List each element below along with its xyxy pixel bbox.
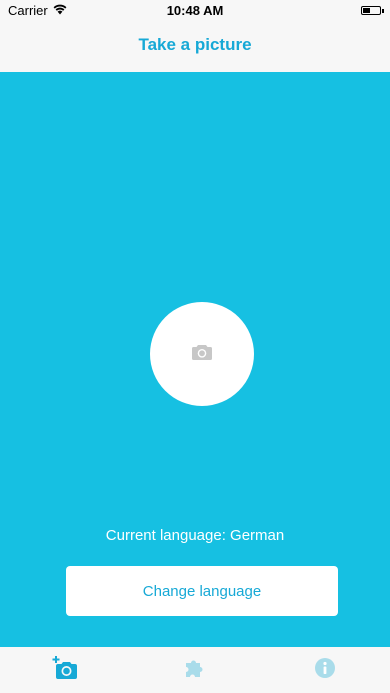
- puzzle-icon: [184, 657, 206, 684]
- nav-bar: Take a picture: [0, 22, 390, 72]
- info-icon: [315, 657, 335, 683]
- current-language-label: Current language: German: [105, 527, 285, 544]
- status-right: [361, 6, 384, 15]
- change-language-label: Change language: [142, 582, 262, 600]
- status-bar: Carrier 10:48 AM: [0, 0, 390, 22]
- battery-tip: [382, 8, 384, 13]
- main-area: Current language: German Change language: [0, 72, 390, 647]
- tab-puzzle[interactable]: [165, 647, 225, 693]
- tab-take-picture[interactable]: [35, 647, 95, 693]
- change-language-button[interactable]: Change language: [66, 566, 338, 616]
- camera-icon: [192, 344, 212, 365]
- add-photo-icon: [52, 655, 78, 685]
- screen: Carrier 10:48 AM Take a picture Current …: [0, 0, 390, 693]
- status-time: 10:48 AM: [166, 3, 224, 18]
- take-picture-button[interactable]: [150, 302, 254, 406]
- page-title: Take a picture: [138, 35, 252, 54]
- tab-info[interactable]: [295, 647, 355, 693]
- tab-bar: [0, 647, 390, 693]
- battery-icon: [361, 6, 381, 15]
